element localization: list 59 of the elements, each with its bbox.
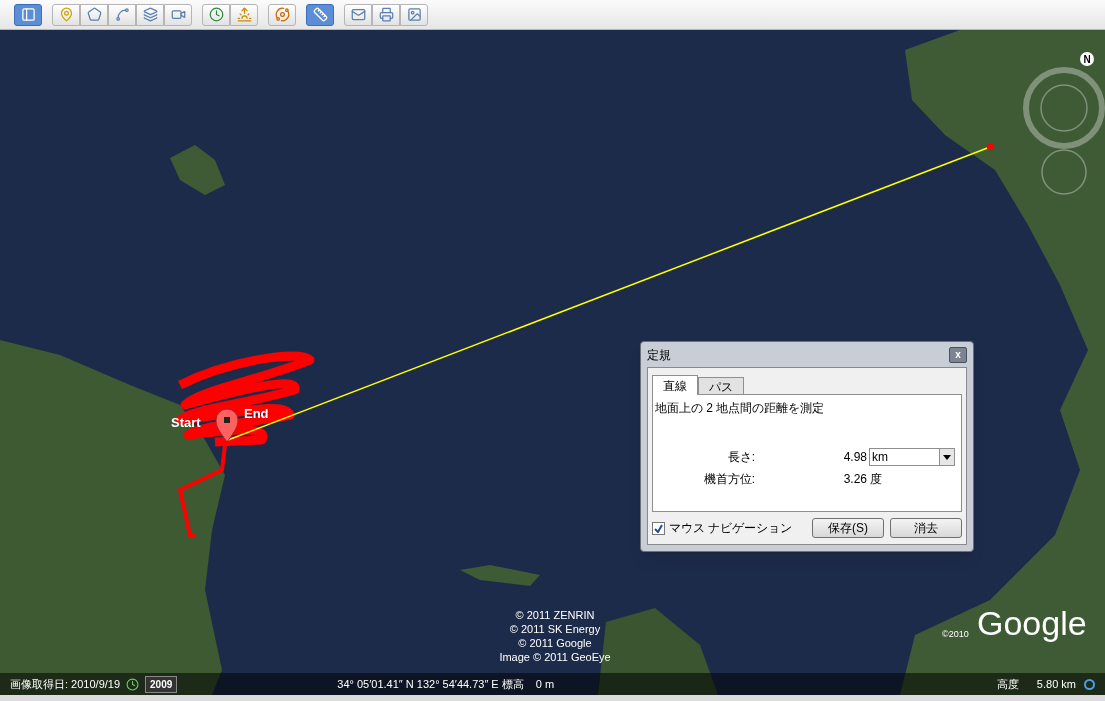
coordinates-text: 34° 05′01.41″ N 132° 54′44.73″ E 標高 <box>337 676 524 692</box>
attribution-text: Image © 2011 GeoEye <box>499 650 611 664</box>
field-value: 3.26 <box>842 471 867 488</box>
field-value: 4.98 <box>842 449 867 466</box>
clock-icon[interactable] <box>126 677 140 691</box>
sunrise-icon <box>236 7 252 22</box>
dialog-button[interactable]: 消去 <box>890 518 962 538</box>
toolbar-button[interactable] <box>400 3 428 26</box>
toolbar-button[interactable] <box>306 3 334 26</box>
printer-icon <box>378 7 394 22</box>
altitude-label: 高度 <box>996 676 1019 692</box>
planet-icon <box>274 7 290 22</box>
close-button[interactable]: x <box>949 346 967 363</box>
unit-text: 度 <box>870 471 882 488</box>
toolbar-button[interactable] <box>230 3 258 26</box>
attribution-text: © 2011 ZENRIN <box>515 608 595 622</box>
endpoint-marker <box>987 144 993 150</box>
tab[interactable]: 直線 <box>652 375 698 395</box>
layers-icon <box>142 7 158 22</box>
pin-icon <box>58 7 74 22</box>
tab[interactable]: パス <box>698 377 744 394</box>
toolbar-button[interactable] <box>136 3 164 26</box>
toolbar-button[interactable] <box>52 3 80 26</box>
checkbox[interactable] <box>652 521 665 535</box>
clock-icon <box>208 7 224 22</box>
mail-icon <box>350 7 366 22</box>
island <box>170 145 225 195</box>
video-camera-icon <box>170 7 186 22</box>
toolbar-button[interactable] <box>14 3 42 26</box>
dialog-title: 定規 <box>647 346 671 364</box>
ruler-icon <box>312 7 328 22</box>
track-start-label: Start <box>171 414 201 432</box>
field-label: 機首方位: <box>702 471 755 488</box>
checkbox-label: マウス ナビゲーション <box>669 520 793 537</box>
attribution-text: © 2011 Google <box>518 636 592 650</box>
map-pin-icon <box>215 408 239 443</box>
logo-year-text: ©2010 <box>942 628 969 641</box>
elevation-text: 0 m <box>535 676 555 692</box>
loading-ring-icon <box>1084 678 1095 690</box>
toolbar-button[interactable] <box>372 3 400 26</box>
imagery-date-text: 画像取得日: 2010/9/19 <box>10 676 121 692</box>
attribution-text: © 2011 SK Energy <box>509 622 601 636</box>
toolbar-button[interactable] <box>268 3 296 26</box>
altitude-text: 5.80 km <box>1036 676 1076 692</box>
description-text: 地面上の 2 地点間の距離を測定 <box>655 400 826 417</box>
toolbar-button[interactable] <box>202 3 230 26</box>
satellite-map[interactable] <box>0 30 1105 695</box>
image-icon <box>406 7 422 22</box>
field-label: 長さ: <box>726 449 755 466</box>
dialog-button[interactable]: 保存(S) <box>812 518 884 538</box>
path-icon <box>114 7 130 22</box>
toolbar-button[interactable] <box>344 3 372 26</box>
toolbar-button[interactable] <box>108 3 136 26</box>
toolbar-button[interactable] <box>80 3 108 26</box>
unit-select[interactable]: km <box>869 448 955 466</box>
polygon-icon <box>86 7 102 22</box>
sidebar-icon <box>20 7 36 22</box>
google-logo: Google <box>977 606 1087 640</box>
toolbar-button[interactable] <box>164 3 192 26</box>
